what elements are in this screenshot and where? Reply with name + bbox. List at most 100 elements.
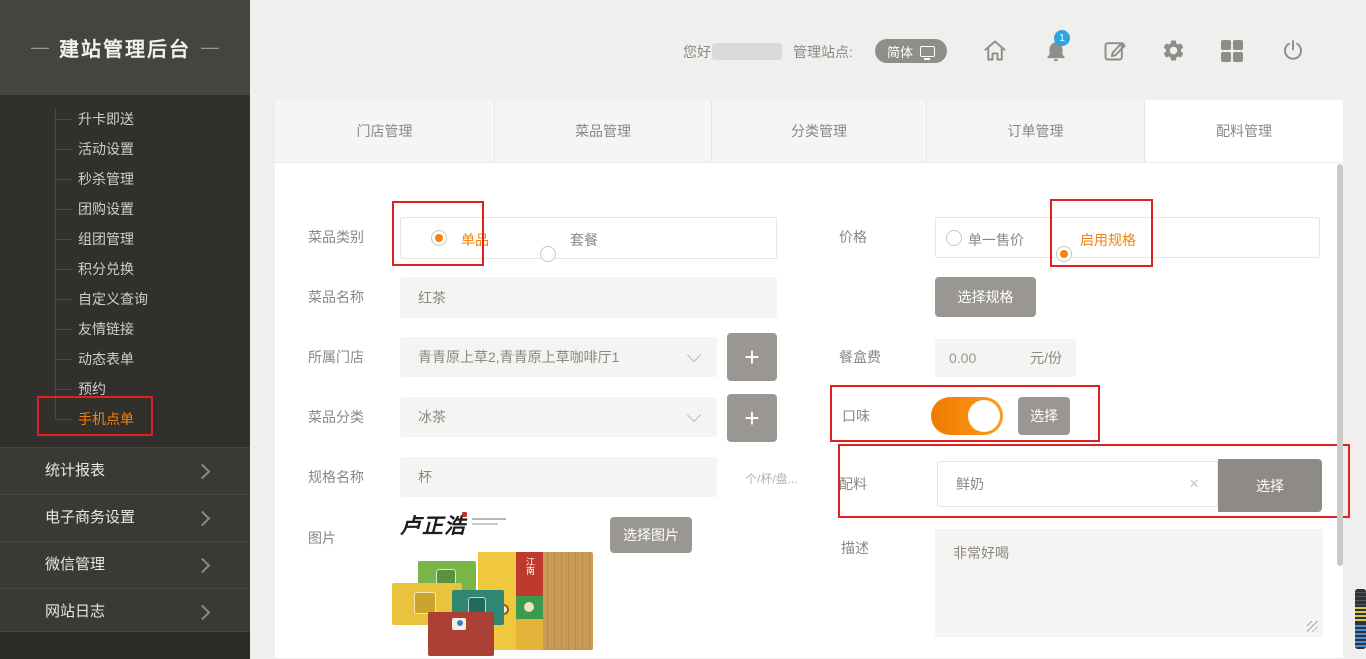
stripe-segment-gray <box>1355 589 1366 605</box>
chevron-right-icon <box>195 605 211 621</box>
sidebar-item-mobile-ordering[interactable]: 手机点单 <box>0 404 250 434</box>
sidebar-item-points-exchange[interactable]: 积分兑换 <box>0 254 250 284</box>
add-store-button[interactable]: + <box>727 333 777 381</box>
flavor-label: 口味 <box>842 406 870 426</box>
photo-box-label <box>414 592 436 614</box>
app-logo: — 建站管理后台 — <box>0 0 250 95</box>
monitor-icon <box>920 46 935 57</box>
category-select-value: 冰茶 <box>418 407 446 427</box>
sidebar-item-group-buy[interactable]: 团购设置 <box>0 194 250 224</box>
radio-enable-specs[interactable] <box>1056 246 1072 262</box>
main-panel: 门店管理 菜品管理 分类管理 订单管理 配料管理 菜品类别 单品 套餐 菜品名称… <box>275 100 1343 658</box>
settings-gear-icon[interactable] <box>1161 38 1186 63</box>
sidebar: — 建站管理后台 — 升卡即送 活动设置 秒杀管理 团购设置 组团管理 积分兑换… <box>0 0 250 658</box>
radio-single-item[interactable] <box>431 230 447 246</box>
tab-bar: 门店管理 菜品管理 分类管理 订单管理 配料管理 <box>275 100 1343 163</box>
sidebar-item-activity-settings[interactable]: 活动设置 <box>0 134 250 164</box>
clear-icon[interactable]: × <box>1189 474 1199 494</box>
sidebar-item-friend-links[interactable]: 友情链接 <box>0 314 250 344</box>
dish-name-input[interactable]: 红茶 <box>400 277 777 318</box>
sidebar-section-label: 统计报表 <box>45 462 105 479</box>
language-pill-button[interactable]: 简体 <box>875 39 947 63</box>
photo-brand-smallprint <box>472 518 506 520</box>
price-label: 价格 <box>839 227 867 247</box>
panel-scrollbar-thumb[interactable] <box>1337 164 1343 566</box>
sidebar-item-custom-query[interactable]: 自定义查询 <box>0 284 250 314</box>
store-select-value: 青青原上草2,青青原上草咖啡厅1 <box>418 347 619 367</box>
sidebar-item-group-management[interactable]: 组团管理 <box>0 224 250 254</box>
ingredient-value: 鲜奶 <box>956 474 984 494</box>
tab-dish-management[interactable]: 菜品管理 <box>495 100 712 162</box>
ingredient-input[interactable]: 鲜奶 × <box>937 461 1218 507</box>
category-label: 菜品分类 <box>308 407 364 427</box>
sidebar-item-flash-sale[interactable]: 秒杀管理 <box>0 164 250 194</box>
sidebar-section-statistics[interactable]: 统计报表 <box>0 447 250 494</box>
choose-spec-button[interactable]: 选择规格 <box>935 277 1036 317</box>
store-label: 所属门店 <box>308 347 364 367</box>
language-pill-label: 简体 <box>887 42 913 61</box>
tab-category-management[interactable]: 分类管理 <box>712 100 927 162</box>
spec-name-input[interactable]: 杯 <box>400 457 717 497</box>
image-label: 图片 <box>308 528 336 548</box>
sidebar-item-dynamic-forms[interactable]: 动态表单 <box>0 344 250 374</box>
store-select[interactable]: 青青原上草2,青青原上草咖啡厅1 <box>400 337 717 377</box>
spec-name-label: 规格名称 <box>308 467 364 487</box>
sidebar-submenu: 升卡即送 活动设置 秒杀管理 团购设置 组团管理 积分兑换 自定义查询 友情链接… <box>0 95 250 434</box>
app-title: 建站管理后台 <box>59 33 191 62</box>
radio-single-price-label[interactable]: 单一售价 <box>968 230 1024 250</box>
logo-dash-right: — <box>201 37 219 58</box>
resize-grip[interactable] <box>1307 621 1318 632</box>
tab-ingredient-management[interactable]: 配料管理 <box>1145 100 1343 162</box>
description-label: 描述 <box>841 538 869 558</box>
photo-crate-red-band: 江南 <box>516 552 543 596</box>
home-icon[interactable] <box>981 37 1009 64</box>
box-fee-label: 餐盒费 <box>839 347 881 367</box>
grid-square <box>1233 52 1243 62</box>
toggle-knob <box>968 400 1000 432</box>
sidebar-item-reservation[interactable]: 预约 <box>0 374 250 404</box>
photo-brand-smallprint <box>472 523 498 525</box>
description-textarea[interactable]: 非常好喝 <box>935 529 1323 637</box>
chevron-down-icon <box>687 348 701 362</box>
flavor-toggle[interactable] <box>931 397 1003 435</box>
logo-dash-left: — <box>31 37 49 58</box>
chevron-right-icon <box>195 464 211 480</box>
sidebar-section-ecommerce[interactable]: 电子商务设置 <box>0 494 250 541</box>
box-fee-input[interactable]: 0.00 元/份 <box>935 339 1076 377</box>
stripe-segment-yellow <box>1355 605 1366 623</box>
sidebar-section-label: 网站日志 <box>45 603 105 620</box>
sidebar-section-label: 电子商务设置 <box>45 509 135 526</box>
dish-type-group: 单品 套餐 <box>400 217 777 259</box>
chevron-right-icon <box>195 511 211 527</box>
radio-set-meal-label[interactable]: 套餐 <box>570 230 598 250</box>
tab-order-management[interactable]: 订单管理 <box>927 100 1145 162</box>
box-fee-unit: 元/份 <box>1030 348 1062 368</box>
sidebar-section-wechat[interactable]: 微信管理 <box>0 541 250 588</box>
edit-compose-icon[interactable] <box>1101 37 1128 64</box>
photo-brand-seal <box>462 512 467 517</box>
photo-crate-yellow-band <box>516 619 543 650</box>
apps-grid-icon[interactable] <box>1221 40 1243 62</box>
dish-type-label: 菜品类别 <box>308 227 364 247</box>
sidebar-item-card-upgrade-gift[interactable]: 升卡即送 <box>0 104 250 134</box>
chevron-right-icon <box>195 558 211 574</box>
photo-cup-dot <box>524 602 534 612</box>
tab-store-management[interactable]: 门店管理 <box>275 100 495 162</box>
radio-enable-specs-label[interactable]: 启用规格 <box>1080 230 1136 250</box>
plus-icon: + <box>744 405 759 431</box>
category-select[interactable]: 冰茶 <box>400 397 717 437</box>
flavor-choose-button[interactable]: 选择 <box>1018 397 1070 435</box>
radio-single-item-label[interactable]: 单品 <box>461 230 489 250</box>
radio-set-meal[interactable] <box>540 246 556 262</box>
ingredient-choose-button[interactable]: 选择 <box>1218 459 1322 512</box>
photo-label-dot <box>457 620 463 626</box>
choose-image-button[interactable]: 选择图片 <box>610 517 692 553</box>
photo-box-text: 江南 <box>525 557 534 575</box>
stripe-segment-blue <box>1355 623 1366 649</box>
sidebar-section-site-logs[interactable]: 网站日志 <box>0 588 250 635</box>
power-logout-icon[interactable] <box>1280 37 1306 64</box>
spec-name-hint: 个/杯/盘... <box>745 470 798 487</box>
box-fee-value: 0.00 <box>949 350 976 366</box>
add-category-button[interactable]: + <box>727 394 777 442</box>
radio-single-price[interactable] <box>946 230 962 246</box>
